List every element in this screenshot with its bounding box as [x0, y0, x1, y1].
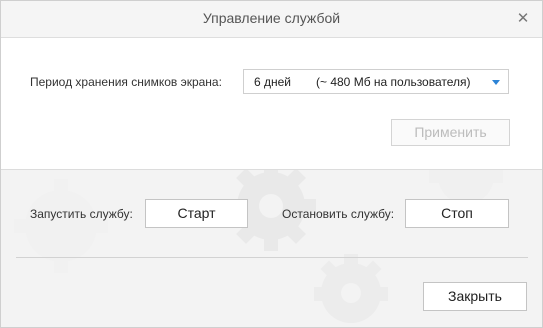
- start-button[interactable]: Старт: [145, 199, 248, 228]
- selected-days: 6 дней: [254, 75, 292, 89]
- dialog-title: Управление службой: [202, 10, 341, 26]
- retention-label: Период хранения снимков экрана:: [30, 75, 222, 89]
- stop-button[interactable]: Стоп: [405, 199, 509, 228]
- gear-icon: [14, 179, 108, 273]
- selected-size: (~ 480 Мб на пользователя): [316, 75, 471, 89]
- start-service-label: Запустить службу:: [30, 207, 133, 221]
- divider: [16, 257, 528, 258]
- chevron-down-icon: [492, 80, 500, 85]
- close-button[interactable]: Закрыть: [423, 282, 527, 311]
- title-bar: Управление службой ✕: [1, 1, 542, 38]
- retention-period-select[interactable]: 6 дней (~ 480 Мб на пользователя): [243, 69, 509, 94]
- stop-service-label: Остановить службу:: [282, 207, 395, 221]
- apply-button[interactable]: Применить: [391, 119, 510, 146]
- gear-icon: [314, 254, 388, 323]
- retention-panel: [1, 38, 542, 170]
- service-management-dialog: Управление службой ✕ Период хранения сни…: [0, 0, 543, 328]
- close-icon[interactable]: ✕: [512, 8, 534, 30]
